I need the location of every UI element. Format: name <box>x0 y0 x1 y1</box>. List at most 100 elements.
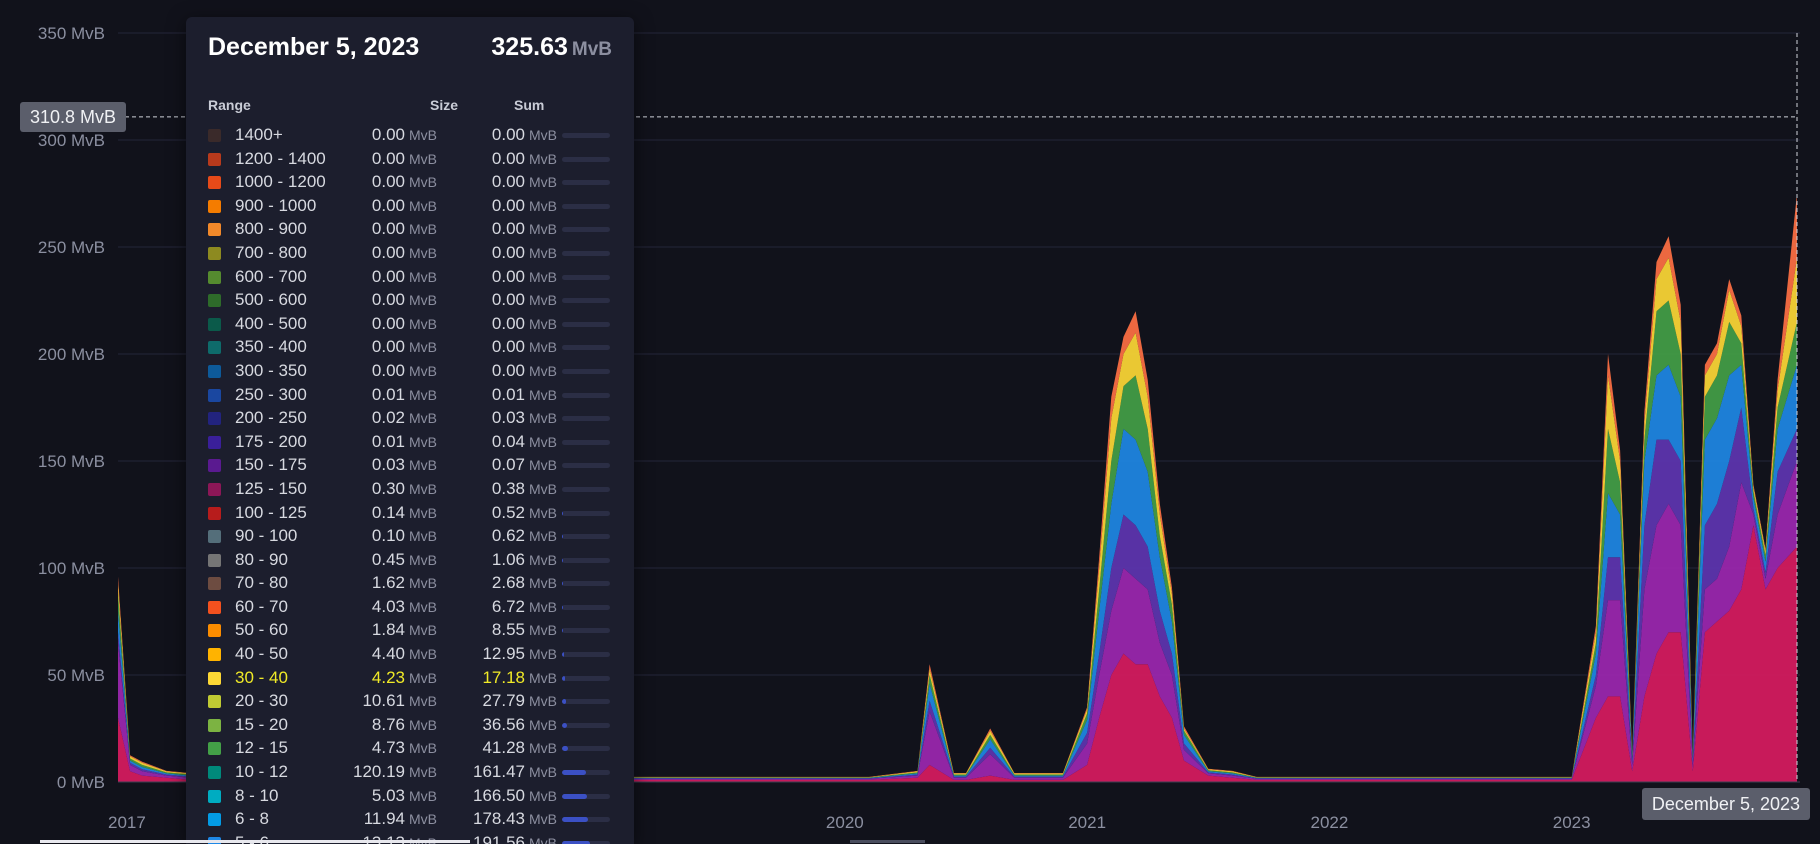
size-cell-unit: MvB <box>409 693 437 710</box>
size-cell-unit: MvB <box>409 504 437 521</box>
color-swatch <box>208 671 221 685</box>
fee-range-label: 400 - 500 <box>235 313 307 333</box>
size-cell: 120.19 MvB <box>327 762 437 782</box>
size-cell: 0.00 MvB <box>327 219 437 239</box>
cumulative-bar <box>562 439 610 445</box>
cumulative-bar <box>562 274 610 280</box>
sum-cell-unit: MvB <box>529 669 557 686</box>
size-cell: 8.76 MvB <box>327 715 437 735</box>
sum-cell-unit: MvB <box>529 244 557 261</box>
sum-cell: 0.01 MvB <box>447 385 557 405</box>
sum-cell: 0.03 MvB <box>447 408 557 428</box>
size-cell-unit: MvB <box>409 221 437 238</box>
size-cell-value: 0.00 <box>371 195 405 215</box>
cumulative-bar <box>562 486 610 492</box>
color-swatch <box>208 412 221 426</box>
size-cell: 4.23 MvB <box>327 668 437 688</box>
size-cell-unit: MvB <box>409 480 437 497</box>
cumulative-bar <box>562 652 610 658</box>
sum-cell: 27.79 MvB <box>447 691 557 711</box>
column-range-header: Range <box>208 97 251 113</box>
fee-range-label: 300 - 350 <box>235 360 307 380</box>
tooltip-row: 12 - 15 4.73 MvB 41.28 MvB <box>208 737 612 761</box>
sum-cell: 6.72 MvB <box>447 597 557 617</box>
color-swatch <box>208 129 221 142</box>
size-cell: 0.14 MvB <box>327 503 437 523</box>
size-cell: 0.00 MvB <box>327 290 437 310</box>
size-cell-unit: MvB <box>409 457 437 474</box>
fee-range-label: 125 - 150 <box>235 478 307 498</box>
tooltip-row: 100 - 125 0.14 MvB 0.52 MvB <box>208 502 612 526</box>
sum-cell-value: 0.00 <box>491 290 525 310</box>
size-cell-value: 0.03 <box>371 455 405 475</box>
sum-cell-unit: MvB <box>529 787 557 804</box>
cumulative-bar <box>562 133 610 138</box>
sum-cell-unit: MvB <box>529 268 557 285</box>
size-cell-value: 0.00 <box>371 313 405 333</box>
size-cell: 0.00 MvB <box>327 361 437 381</box>
sum-cell: 0.00 MvB <box>447 243 557 263</box>
size-cell-value: 0.45 <box>371 549 405 569</box>
color-swatch <box>208 624 221 638</box>
sum-cell-unit: MvB <box>529 150 557 167</box>
cumulative-bar-fill <box>562 652 564 658</box>
sum-cell-value: 12.95 <box>482 644 525 664</box>
sum-cell-value: 0.52 <box>491 502 525 522</box>
size-cell-unit: MvB <box>409 622 437 639</box>
crosshair-value-badge: 310.8 MvB <box>20 101 127 132</box>
sum-cell: 0.62 MvB <box>447 526 557 546</box>
sum-cell-value: 27.79 <box>482 691 525 711</box>
size-cell: 0.00 MvB <box>327 243 437 263</box>
sum-cell-value: 0.00 <box>491 313 525 333</box>
sum-cell-value: 0.07 <box>491 455 525 475</box>
size-cell-unit: MvB <box>409 292 437 309</box>
sum-cell-value: 1.06 <box>491 549 525 569</box>
color-swatch <box>208 766 221 780</box>
color-swatch <box>208 364 221 378</box>
size-cell-unit: MvB <box>409 575 437 592</box>
fee-range-label: 250 - 300 <box>235 384 307 404</box>
color-swatch <box>208 199 221 213</box>
cumulative-bar <box>562 722 610 728</box>
sum-cell: 0.00 MvB <box>447 337 557 357</box>
sum-cell-value: 0.00 <box>491 172 525 192</box>
sum-cell-unit: MvB <box>529 386 557 403</box>
sum-cell-unit: MvB <box>529 433 557 450</box>
sum-cell-value: 0.00 <box>491 266 525 286</box>
cumulative-bar-fill <box>562 722 568 728</box>
fee-range-label: 8 - 10 <box>235 785 279 805</box>
cumulative-bar-fill <box>562 770 586 776</box>
color-swatch <box>208 435 221 449</box>
sum-cell: 0.00 MvB <box>447 314 557 334</box>
color-swatch <box>208 459 221 473</box>
size-cell-value: 0.00 <box>371 172 405 192</box>
size-cell-unit: MvB <box>409 551 437 568</box>
sum-cell-unit: MvB <box>529 292 557 309</box>
fee-range-label: 60 - 70 <box>235 596 288 616</box>
tooltip-row: 1000 - 1200 0.00 MvB 0.00 MvB <box>208 171 612 195</box>
scroll-thumb-secondary[interactable] <box>850 840 925 843</box>
sum-cell-unit: MvB <box>529 339 557 356</box>
sum-cell: 0.00 MvB <box>447 219 557 239</box>
color-swatch <box>208 341 221 355</box>
cumulative-bar <box>562 534 610 540</box>
size-cell-unit: MvB <box>409 669 437 686</box>
crosshair-date-badge: December 5, 2023 <box>1641 788 1810 820</box>
size-cell-unit: MvB <box>409 764 437 781</box>
tooltip-row: 40 - 50 4.40 MvB 12.95 MvB <box>208 643 612 667</box>
size-cell-value: 0.00 <box>371 360 405 380</box>
size-cell-value: 4.73 <box>371 738 405 758</box>
tooltip-row: 30 - 40 4.23 MvB 17.18 MvB <box>208 667 612 691</box>
y-tick-label: 150 MvB <box>38 452 105 471</box>
sum-cell: 2.68 MvB <box>447 573 557 593</box>
tooltip-row: 125 - 150 0.30 MvB 0.38 MvB <box>208 478 612 502</box>
tooltip-row: 150 - 175 0.03 MvB 0.07 MvB <box>208 454 612 478</box>
scroll-thumb[interactable] <box>40 840 470 843</box>
cumulative-bar <box>562 817 610 823</box>
size-cell-value: 0.00 <box>371 148 405 168</box>
sum-cell: 0.00 MvB <box>447 361 557 381</box>
cumulative-bar <box>562 510 610 516</box>
fee-range-label: 800 - 900 <box>235 219 307 239</box>
fee-range-label: 20 - 30 <box>235 691 288 711</box>
cumulative-bar <box>562 463 610 469</box>
